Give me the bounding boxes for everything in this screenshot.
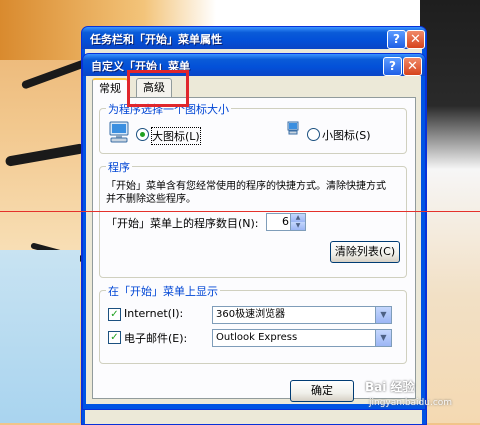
large-computer-icon [109, 121, 129, 143]
program-count-spinner[interactable]: 6 ▲ ▼ [266, 213, 306, 231]
email-client-value: Outlook Express [216, 332, 298, 343]
programs-legend: 程序 [106, 159, 132, 175]
show-on-start-group: 在「开始」菜单上显示 ✓ Internet(I): 360极速浏览器 ▼ ✓ 电… [99, 283, 407, 364]
program-count-label: 「开始」菜单上的程序数目(N): [106, 217, 259, 230]
large-icon-radio[interactable] [136, 128, 149, 141]
clear-list-button[interactable]: 清除列表(C) [330, 241, 400, 263]
chevron-down-icon[interactable]: ▼ [375, 307, 391, 323]
dialog-close-button[interactable]: ✕ [403, 57, 422, 76]
customize-start-menu-dialog: 自定义「开始」菜单 ? ✕ 常规 高级 为程序选择一个图标大小 大图标(L) 小… [82, 53, 426, 410]
internet-browser-select[interactable]: 360极速浏览器 ▼ [212, 306, 392, 324]
small-icon-radio[interactable] [307, 128, 320, 141]
email-label[interactable]: 电子邮件(E): [124, 330, 187, 346]
red-guide-line [0, 211, 480, 212]
internet-checkbox[interactable]: ✓ [108, 308, 121, 321]
small-computer-icon [287, 121, 299, 135]
small-icon-label[interactable]: 小图标(S) [322, 127, 371, 143]
outer-titlebar[interactable]: 任务栏和「开始」菜单属性 ? ✕ [82, 27, 426, 49]
ok-button[interactable]: 确定 [290, 380, 354, 402]
internet-label[interactable]: Internet(I): [124, 307, 183, 320]
spin-up-icon[interactable]: ▲ [290, 214, 305, 222]
large-icon-label[interactable]: 大图标(L) [151, 127, 201, 145]
outer-close-button[interactable]: ✕ [406, 30, 425, 49]
email-checkbox[interactable]: ✓ [108, 331, 121, 344]
outer-window-title: 任务栏和「开始」菜单属性 [90, 33, 222, 46]
outer-help-button[interactable]: ? [387, 30, 406, 49]
internet-browser-value: 360极速浏览器 [216, 309, 286, 320]
show-on-start-legend: 在「开始」菜单上显示 [106, 283, 220, 299]
email-client-select[interactable]: Outlook Express ▼ [212, 329, 392, 347]
chevron-down-icon[interactable]: ▼ [375, 330, 391, 346]
general-tab-panel: 为程序选择一个图标大小 大图标(L) 小图标(S) 程序 「开始」菜单含有您经常… [92, 97, 416, 399]
program-count-value[interactable]: 6 [282, 215, 289, 228]
highlight-box [127, 70, 189, 107]
background-sky [0, 250, 80, 423]
programs-group: 程序 「开始」菜单含有您经常使用的程序的快捷方式。清除快捷方式 并不删除这些程序… [99, 159, 407, 278]
watermark-url: jingyan.baidu.com [369, 398, 453, 408]
watermark-logo: Bai 经验 [365, 380, 415, 394]
tab-general[interactable]: 常规 [92, 78, 128, 99]
spin-down-icon[interactable]: ▼ [290, 222, 305, 230]
dialog-body: 常规 高级 为程序选择一个图标大小 大图标(L) 小图标(S) 程序 「开始」菜… [86, 70, 421, 404]
icon-size-group: 为程序选择一个图标大小 大图标(L) 小图标(S) [99, 101, 407, 154]
programs-description-line2: 并不删除这些程序。 [106, 194, 196, 205]
dialog-help-button[interactable]: ? [383, 57, 402, 76]
